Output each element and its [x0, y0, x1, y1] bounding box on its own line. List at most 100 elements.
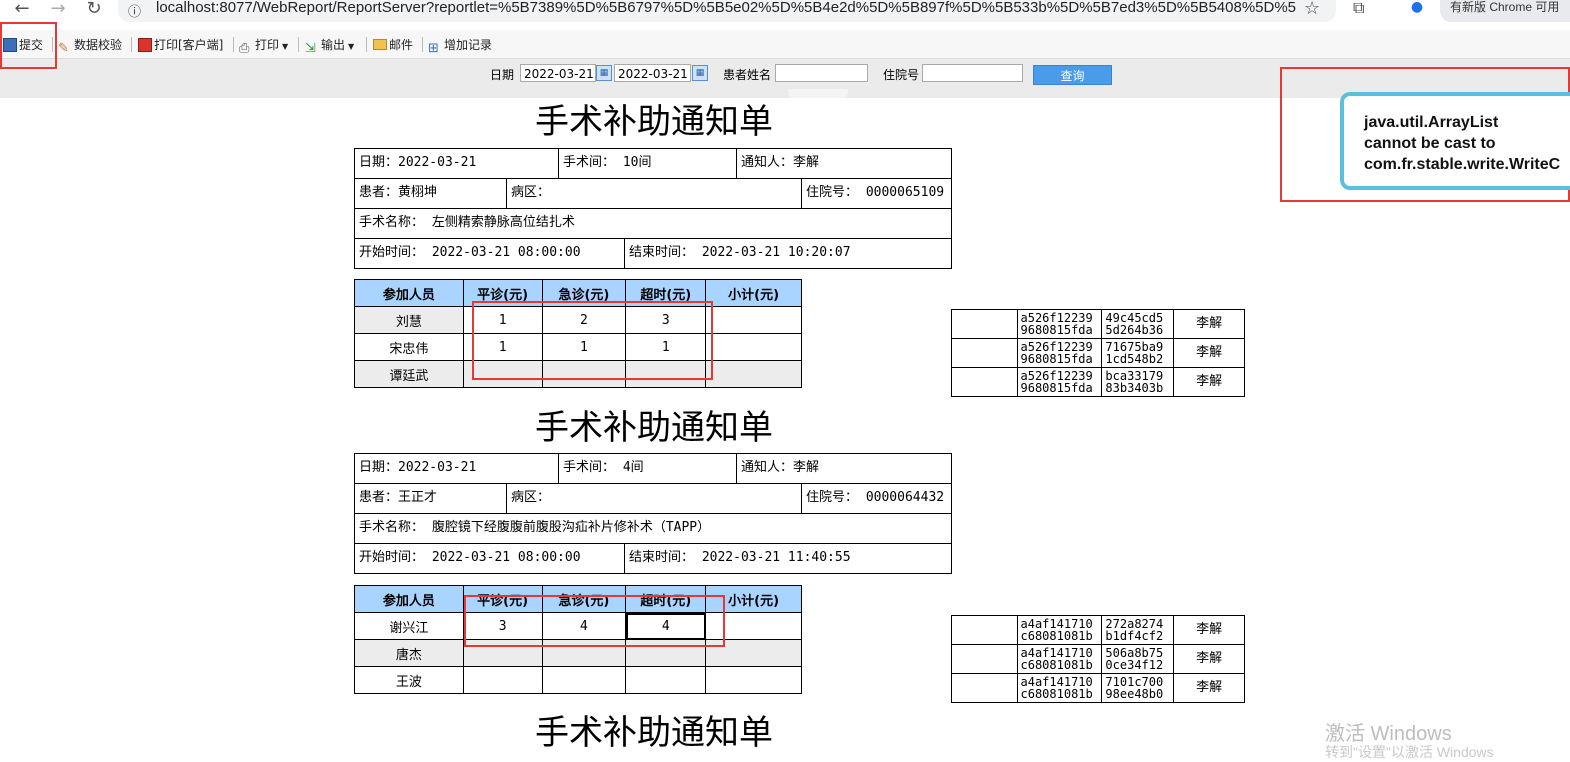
error-toast: java.util.ArrayList cannot be cast to co…	[1340, 92, 1570, 190]
notifier-name-cell: 李解	[1173, 644, 1245, 674]
pdf-print-icon	[138, 38, 152, 52]
overtime-amount-cell[interactable]	[625, 666, 707, 694]
annotation-highlight-amounts	[464, 595, 725, 647]
toolbar-divider	[233, 37, 234, 52]
add-record-button[interactable]: ⊞ 增加记录	[428, 36, 493, 56]
room-cell: 手术间： 10间	[563, 155, 652, 170]
hidden-id-table: a4af141710 c68081081b 272a8274 b1df4cf2 …	[951, 615, 1245, 703]
extensions-icon[interactable]: ⧉	[1353, 0, 1364, 18]
add-record-label: 增加记录	[444, 38, 493, 52]
print-client-label: 打印[客户端]	[154, 38, 224, 52]
calendar-icon[interactable]: ▦	[596, 65, 612, 81]
bookmark-star-icon[interactable]: ☆	[1304, 0, 1320, 19]
patient-cell: 患者：王正才	[359, 490, 438, 505]
table-row: a4af141710 c68081081b 272a8274 b1df4cf2 …	[951, 615, 1245, 645]
surgery-name-cell: 手术名称： 腹腔镜下经腹腹前腹股沟疝补片修补术（TAPP）	[359, 520, 711, 535]
record-id-cell: 506a8b75 0ce34f12	[1101, 644, 1175, 674]
column-header: 参加人员	[354, 279, 464, 307]
notifier-name-cell: 李解	[1173, 338, 1245, 368]
add-row-icon: ⊞	[428, 41, 439, 56]
validate-button[interactable]: ✎ 数据校验	[58, 36, 123, 56]
date-label: 日期	[490, 68, 515, 82]
print-client-button[interactable]: 打印[客户端]	[138, 36, 223, 54]
empty-cell	[951, 367, 1018, 397]
toolbar-divider	[298, 37, 299, 52]
participant-name: 宋忠伟	[354, 333, 464, 361]
record-id-cell: a526f12239 9680815fda	[1016, 367, 1103, 397]
record-id-cell: 272a8274 b1df4cf2	[1101, 615, 1175, 645]
participant-name: 唐杰	[354, 639, 464, 667]
query-button[interactable]: 查询	[1033, 65, 1112, 85]
record-id-cell: 7101c700 98ee48b0	[1101, 673, 1175, 703]
collapse-panel-handle[interactable]	[788, 89, 848, 98]
back-arrow-icon[interactable]: ←	[10, 0, 34, 22]
notifier-cell: 通知人：李解	[741, 460, 820, 475]
subtotal-cell	[705, 333, 802, 361]
admission-no-input[interactable]	[922, 64, 1023, 82]
print-label: 打印	[255, 38, 280, 52]
annotation-highlight-amounts	[472, 301, 713, 380]
record-id-text: a526f12239 9680815fda	[1020, 311, 1093, 337]
record-id-text: a526f12239 9680815fda	[1020, 340, 1093, 366]
record-id-text: 506a8b75 0ce34f12	[1105, 646, 1164, 672]
url-text[interactable]: localhost:8077/WebReport/ReportServer?re…	[156, 0, 1296, 18]
export-label: 输出	[321, 38, 346, 52]
patient-name-input[interactable]	[775, 64, 868, 82]
subtotal-cell	[705, 306, 802, 334]
record-id-text: a4af141710 c68081081b	[1020, 675, 1093, 701]
admission-cell: 住院号： 0000065109	[806, 185, 945, 200]
table-row: a4af141710 c68081081b 506a8b75 0ce34f12 …	[951, 644, 1245, 674]
notifier-name-cell: 李解	[1173, 673, 1245, 703]
windows-activation-subtext: 转到"设置"以激活 Windows	[1325, 744, 1494, 760]
surgery-name-cell: 手术名称： 左侧精索静脉高位结扎术	[359, 215, 575, 230]
record-id-cell: 71675ba9 1cd548b2	[1101, 338, 1175, 368]
calendar-icon[interactable]: ▦	[692, 65, 708, 81]
profile-icon[interactable]: ●	[1406, 0, 1428, 15]
normal-amount-cell[interactable]	[462, 666, 543, 694]
table-row: 王波	[354, 666, 802, 694]
toolbar-divider	[422, 37, 423, 52]
record-id-cell: a4af141710 c68081081b	[1016, 615, 1103, 645]
date-cell: 日期：2022-03-21	[359, 155, 477, 170]
patient-name-label: 患者姓名	[723, 68, 772, 82]
start-time-cell: 开始时间： 2022-03-21 08:00:00	[359, 245, 581, 260]
ward-cell: 病区：	[511, 185, 551, 200]
emergency-amount-cell[interactable]	[541, 666, 627, 694]
chevron-down-icon: ▼	[348, 42, 355, 51]
record-id-text: 71675ba9 1cd548b2	[1105, 340, 1164, 366]
site-info-icon[interactable]: ⓘ	[128, 1, 144, 20]
reload-icon[interactable]: ↻	[82, 0, 106, 22]
patient-cell: 患者：黄栩坤	[359, 185, 438, 200]
export-dropdown-button[interactable]: ⇲ 输出 ▼	[305, 36, 355, 56]
record-id-cell: a4af141710 c68081081b	[1016, 644, 1103, 674]
record-id-text: a4af141710 c68081081b	[1020, 617, 1093, 643]
table-row: a526f12239 9680815fda 71675ba9 1cd548b2 …	[951, 338, 1245, 368]
participant-name: 谭廷武	[354, 360, 464, 388]
notifier-name-cell: 李解	[1173, 615, 1245, 645]
report-toolbar	[0, 30, 1570, 59]
annotation-highlight-submit	[0, 22, 57, 69]
email-button[interactable]: 邮件	[373, 36, 413, 54]
chrome-update-button[interactable]: 有新版 Chrome 可用	[1440, 0, 1570, 22]
email-label: 邮件	[389, 38, 414, 52]
admission-no-label: 住院号	[883, 68, 920, 82]
date-from-input[interactable]: 2022-03-21	[520, 64, 596, 82]
record-id-text: 272a8274 b1df4cf2	[1105, 617, 1164, 643]
participant-name: 王波	[354, 666, 464, 694]
record-id-cell: a4af141710 c68081081b	[1016, 673, 1103, 703]
printer-icon: ⎙	[239, 41, 250, 56]
table-row: a526f12239 9680815fda 49c45cd5 5d264b36 …	[951, 309, 1245, 339]
error-message-line: cannot be cast to	[1364, 135, 1496, 152]
forward-arrow-icon[interactable]: →	[46, 0, 70, 22]
print-dropdown-button[interactable]: ⎙ 打印 ▼	[239, 36, 288, 56]
date-to-input[interactable]: 2022-03-21	[614, 64, 691, 82]
report-title: 手术补助通知单	[535, 713, 773, 753]
validate-label: 数据校验	[74, 38, 123, 52]
report-title: 手术补助通知单	[535, 102, 773, 142]
report-title: 手术补助通知单	[535, 408, 773, 448]
empty-cell	[951, 309, 1018, 339]
record-id-text: 7101c700 98ee48b0	[1105, 675, 1164, 701]
record-id-text: a4af141710 c68081081b	[1020, 646, 1093, 672]
table-row: a526f12239 9680815fda bca33179 83b3403b …	[951, 367, 1245, 397]
end-time-cell: 结束时间： 2022-03-21 11:40:55	[629, 550, 851, 565]
